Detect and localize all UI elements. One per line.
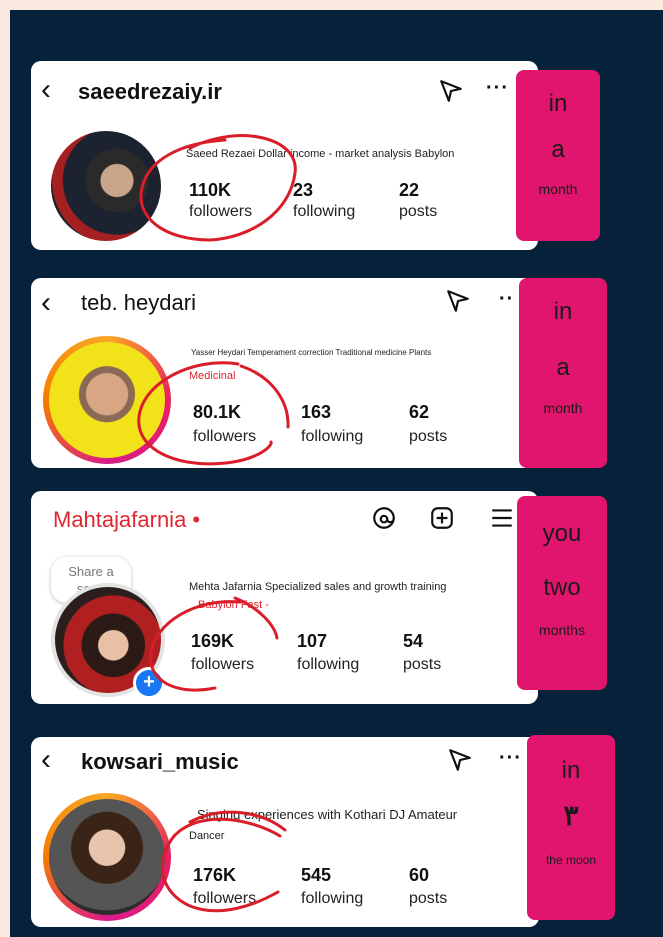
send-icon[interactable] <box>445 288 471 314</box>
back-chevron-icon[interactable]: ‹ <box>41 745 51 775</box>
tag-line: in <box>561 757 581 784</box>
profile-username: kowsari_music <box>81 749 239 774</box>
tag-line: you <box>542 520 582 547</box>
avatar-story-ring <box>43 336 171 464</box>
posts-label: posts <box>409 890 448 907</box>
posts-count: 60 <box>409 865 430 885</box>
avatar <box>49 799 165 915</box>
posts-label: posts <box>403 656 442 673</box>
followers-count: 80.1K <box>193 402 242 422</box>
profile-card-2: ‹ teb. heydari ·· Yasser Heydari Tempera… <box>31 278 537 468</box>
tag-line: months <box>539 622 585 638</box>
posts-label: posts <box>409 428 448 445</box>
profile-bio: Yasser Heydari Temperament correction Tr… <box>191 348 432 357</box>
following-count: 23 <box>293 180 314 200</box>
profile-card-3: Mahtajafarnia • Share a song + Mehta Jaf… <box>31 491 538 704</box>
avatar <box>49 342 165 458</box>
tag-line: in <box>553 298 573 325</box>
profile-bio: Singing experiences with Kothari DJ Amat… <box>197 807 458 822</box>
avatar <box>51 131 161 241</box>
tag-line: month <box>543 400 583 416</box>
profile-bio-continued: Medicinal <box>189 370 236 382</box>
posts-count: 62 <box>409 402 430 422</box>
followers-label[interactable]: followers <box>193 890 256 908</box>
duration-tag-3: you two months <box>517 496 607 690</box>
send-icon[interactable] <box>447 747 473 773</box>
posts-label: posts <box>399 203 438 220</box>
duration-tag-2: in a month <box>519 278 607 468</box>
profile-username: saeedrezaiy.ir <box>78 79 222 104</box>
following-label[interactable]: following <box>301 890 363 908</box>
tag-line: a <box>556 354 570 381</box>
add-post-icon[interactable] <box>429 505 455 531</box>
duration-tag-1: in a month <box>516 70 600 241</box>
back-chevron-icon[interactable]: ‹ <box>41 288 51 318</box>
profile-username: Mahtajafarnia • <box>53 507 201 532</box>
followers-label[interactable]: followers <box>189 203 252 221</box>
tag-line: in <box>548 90 568 117</box>
profile-bio-continued: Dancer <box>189 830 225 842</box>
tag-line: the moon <box>545 853 597 867</box>
hamburger-menu-icon[interactable] <box>489 505 515 531</box>
tag-line: two <box>543 574 581 601</box>
following-count: 163 <box>301 402 332 422</box>
posts-count: 54 <box>403 631 424 651</box>
more-dots-icon[interactable]: ··· <box>486 77 509 100</box>
followers-label[interactable]: followers <box>191 656 254 674</box>
following-label[interactable]: following <box>293 203 355 221</box>
tag-line: ۳ <box>563 800 579 831</box>
profile-username: teb. heydari <box>81 290 196 315</box>
more-dots-icon[interactable]: ··· <box>499 747 522 770</box>
avatar-story-ring <box>43 793 171 921</box>
following-count: 545 <box>301 865 332 885</box>
following-label[interactable]: following <box>301 428 363 446</box>
followers-count: 169K <box>191 631 235 651</box>
followers-count: 110K <box>189 180 232 200</box>
profile-card-4: ‹ kowsari_music ··· Singing experiences … <box>31 737 539 927</box>
back-chevron-icon[interactable]: ‹ <box>41 75 51 105</box>
followers-count: 176K <box>193 865 237 885</box>
followers-label[interactable]: followers <box>193 428 256 446</box>
tag-line: a <box>551 136 565 163</box>
add-story-plus-icon[interactable]: + <box>133 667 165 699</box>
profile-bio: Mehta Jafarnia Specialized sales and gro… <box>189 581 447 593</box>
profile-bio-continued: Babylon Fast - <box>198 599 269 611</box>
profile-card-1: ‹ saeedrezaiy.ir ··· Saeed Rezaei Dollar… <box>31 61 538 250</box>
following-count: 107 <box>297 631 328 651</box>
duration-tag-4: in ۳ the moon <box>527 735 615 920</box>
tag-line: month <box>538 181 578 197</box>
profile-bio: Saeed Rezaei Dollar income - market anal… <box>186 148 455 160</box>
threads-icon[interactable] <box>371 505 397 531</box>
following-label[interactable]: following <box>297 656 359 674</box>
send-icon[interactable] <box>438 78 464 104</box>
posts-count: 22 <box>399 180 420 200</box>
more-dots-icon[interactable]: ·· <box>499 288 514 311</box>
